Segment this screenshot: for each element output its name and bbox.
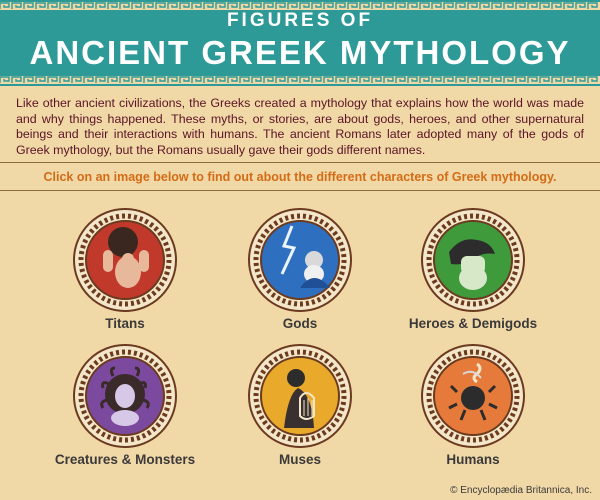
- creatures-medallion: [73, 344, 177, 448]
- muses-label: Muses: [278, 452, 322, 467]
- titans-button[interactable]: Titans: [50, 208, 200, 331]
- humans-label: Humans: [446, 452, 500, 467]
- title-banner: FIGURES OF ANCIENT GREEK MYTHOLOGY: [0, 0, 600, 86]
- heroes-label: Heroes & Demigods: [408, 316, 538, 331]
- creatures-button[interactable]: Creatures & Monsters: [50, 344, 200, 467]
- copyright-credit: © Encyclopædia Britannica, Inc.: [450, 485, 592, 496]
- gods-label: Gods: [282, 316, 318, 331]
- heroes-button[interactable]: Heroes & Demigods: [398, 208, 548, 331]
- gods-button[interactable]: Gods: [225, 208, 375, 331]
- muses-medallion: [248, 344, 352, 448]
- intro-paragraph: Like other ancient civilizations, the Gr…: [16, 96, 584, 157]
- humans-medallion: [421, 344, 525, 448]
- creatures-label: Creatures & Monsters: [54, 452, 196, 467]
- gods-medallion: [248, 208, 352, 312]
- humans-button[interactable]: Humans: [398, 344, 548, 467]
- divider-bottom: [0, 190, 600, 191]
- titans-medallion: [73, 208, 177, 312]
- divider-top: [0, 162, 600, 163]
- banner-title: ANCIENT GREEK MYTHOLOGY: [29, 34, 571, 71]
- banner-subtitle: FIGURES OF: [226, 10, 374, 31]
- greek-key-border-top: [0, 2, 600, 10]
- heroes-medallion: [421, 208, 525, 312]
- titans-label: Titans: [105, 316, 145, 331]
- instruction-text: Click on an image below to find out abou…: [43, 170, 557, 184]
- greek-key-border-bottom: [0, 76, 600, 84]
- muses-button[interactable]: Muses: [225, 344, 375, 467]
